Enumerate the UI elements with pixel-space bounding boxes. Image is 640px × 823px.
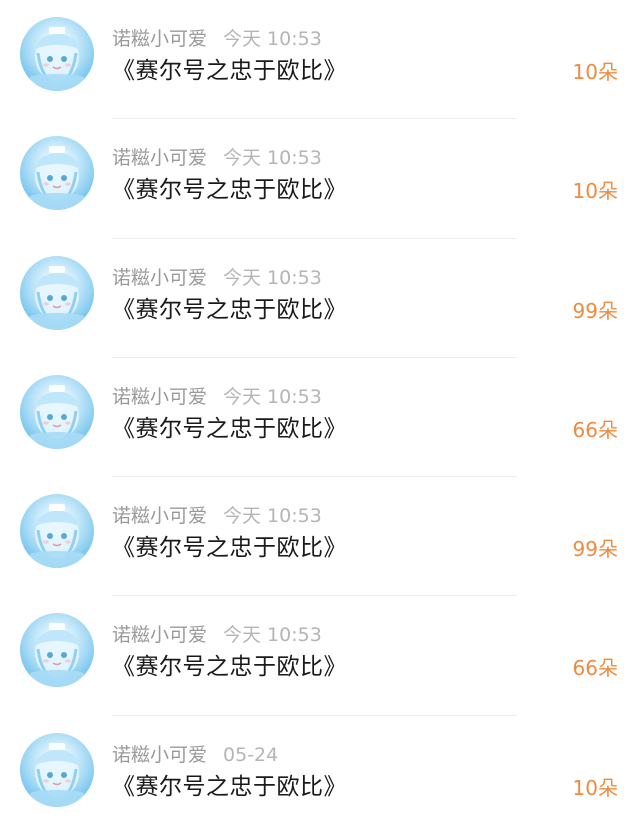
anime-avatar-icon [30, 146, 84, 211]
gift-amount: 66朵 [572, 417, 618, 442]
row-meta: 诺糍小可爱 今天 10:53 [112, 624, 322, 646]
work-title[interactable]: 《赛尔号之忠于欧比》 [112, 773, 347, 801]
work-title[interactable]: 《赛尔号之忠于欧比》 [112, 415, 347, 443]
gift-amount: 10朵 [572, 775, 618, 800]
username[interactable]: 诺糍小可爱 [112, 386, 207, 408]
avatar[interactable] [20, 17, 94, 91]
username[interactable]: 诺糍小可爱 [112, 624, 207, 646]
timestamp: 今天 10:53 [223, 147, 322, 170]
avatar[interactable] [20, 732, 94, 807]
avatar[interactable] [20, 494, 94, 569]
avatar[interactable] [20, 255, 94, 330]
username[interactable]: 诺糍小可爱 [112, 147, 207, 169]
username[interactable]: 诺糍小可爱 [112, 267, 207, 289]
row-meta: 诺糍小可爱 今天 10:53 [112, 386, 322, 408]
list-item[interactable]: 诺糍小可爱 今天 10:53 《赛尔号之忠于欧比》 10朵 [0, 0, 640, 120]
timestamp: 今天 10:53 [223, 28, 322, 50]
timestamp: 今天 10:53 [223, 624, 322, 647]
timestamp: 今天 10:53 [223, 385, 322, 408]
timestamp: 今天 10:53 [223, 266, 322, 289]
row-meta: 诺糍小可爱 05-24 [112, 744, 278, 766]
username[interactable]: 诺糍小可爱 [112, 505, 207, 527]
row-meta: 诺糍小可爱 今天 10:53 [112, 267, 322, 289]
work-title[interactable]: 《赛尔号之忠于欧比》 [112, 176, 347, 204]
gift-record-list: 诺糍小可爱 今天 10:53 《赛尔号之忠于欧比》 10朵 诺糍小可爱 今天 10:… [0, 0, 640, 823]
row-meta: 诺糍小可爱 今天 10:53 [112, 28, 322, 50]
anime-avatar-icon [30, 504, 84, 569]
anime-avatar-icon [30, 384, 84, 449]
timestamp: 今天 10:53 [223, 505, 322, 528]
row-meta: 诺糍小可爱 今天 10:53 [112, 505, 322, 527]
work-title[interactable]: 《赛尔号之忠于欧比》 [112, 653, 347, 681]
anime-avatar-icon [30, 742, 84, 807]
list-item[interactable]: 诺糍小可爱 今天 10:53 《赛尔号之忠于欧比》 66朵 [0, 596, 640, 716]
username[interactable]: 诺糍小可爱 [112, 28, 207, 50]
work-title[interactable]: 《赛尔号之忠于欧比》 [112, 296, 347, 324]
avatar[interactable] [20, 613, 94, 688]
username[interactable]: 诺糍小可爱 [112, 744, 207, 766]
gift-amount: 99朵 [572, 537, 618, 562]
list-item[interactable]: 诺糍小可爱 今天 10:53 《赛尔号之忠于欧比》 66朵 [0, 358, 640, 478]
avatar[interactable] [20, 136, 94, 211]
list-item[interactable]: 诺糍小可爱 今天 10:53 《赛尔号之忠于欧比》 99朵 [0, 239, 640, 358]
row-meta: 诺糍小可爱 今天 10:53 [112, 147, 322, 169]
gift-amount: 99朵 [572, 298, 618, 323]
gift-amount: 10朵 [572, 179, 618, 204]
work-title[interactable]: 《赛尔号之忠于欧比》 [112, 57, 347, 85]
anime-avatar-icon [30, 623, 84, 688]
list-item[interactable]: 诺糍小可爱 今天 10:53 《赛尔号之忠于欧比》 10朵 [0, 119, 640, 239]
gift-amount: 10朵 [572, 60, 618, 84]
timestamp: 05-24 [223, 743, 279, 766]
anime-avatar-icon [30, 27, 84, 91]
work-title[interactable]: 《赛尔号之忠于欧比》 [112, 534, 347, 562]
gift-amount: 66朵 [572, 656, 618, 681]
list-item[interactable]: 诺糍小可爱 今天 10:53 《赛尔号之忠于欧比》 99朵 [0, 477, 640, 597]
avatar[interactable] [20, 374, 94, 449]
anime-avatar-icon [30, 265, 84, 330]
list-item[interactable]: 诺糍小可爱 05-24 《赛尔号之忠于欧比》 10朵 [0, 716, 640, 823]
